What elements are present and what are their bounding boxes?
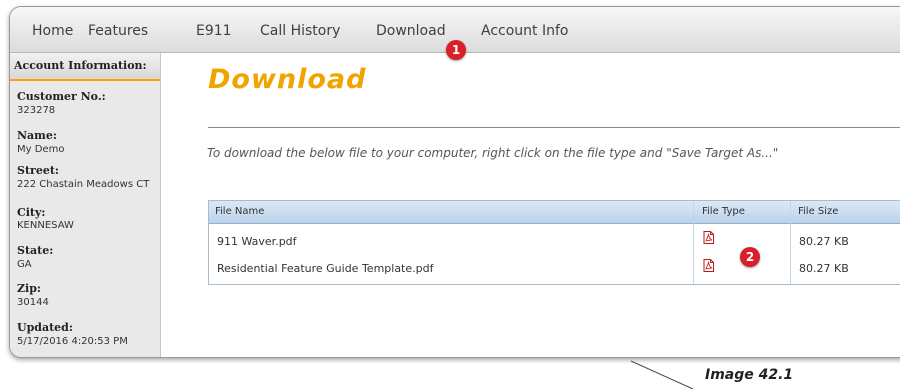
- image-caption: Image 42.1: [705, 367, 794, 383]
- caption-pointer-line: [630, 360, 694, 389]
